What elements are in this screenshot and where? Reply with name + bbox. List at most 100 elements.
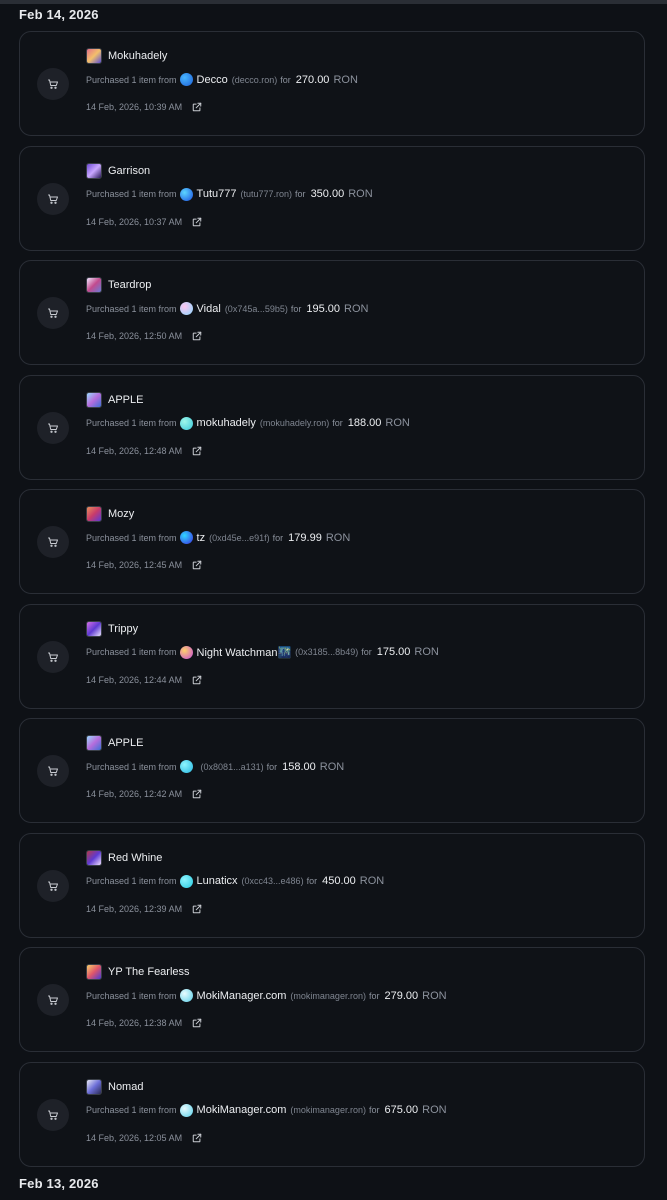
timestamp: 14 Feb, 2026, 12:05 AM: [86, 1132, 183, 1143]
activity-card: YP The Fearless Purchased 1 item from Mo…: [19, 947, 645, 1052]
purchase-label: Purchased 1 item from: [86, 761, 177, 772]
cart-button[interactable]: [37, 984, 69, 1016]
activity-card: Trippy Purchased 1 item from Night Watch…: [19, 603, 645, 709]
for-label: for: [368, 990, 380, 1001]
cart-button[interactable]: [37, 297, 69, 329]
seller-address[interactable]: (mokimanager.ron): [290, 991, 366, 1001]
seller-avatar[interactable]: [179, 1103, 193, 1117]
nft-name[interactable]: Trippy: [108, 623, 138, 635]
timestamp: 14 Feb, 2026, 12:45 AM: [86, 560, 183, 570]
seller-avatar[interactable]: [179, 187, 193, 201]
seller-address[interactable]: (tutu777.ron): [241, 189, 293, 199]
seller-avatar[interactable]: [179, 989, 193, 1002]
price: 350.00: [310, 188, 345, 200]
nft-name[interactable]: Teardrop: [108, 279, 151, 291]
cart-button[interactable]: [37, 755, 69, 787]
seller-avatar[interactable]: [179, 760, 193, 773]
nft-name[interactable]: Garrison: [108, 165, 150, 177]
seller-address[interactable]: (0x745a...59b5): [225, 304, 288, 314]
price: 175.00: [376, 646, 411, 658]
external-link-icon[interactable]: [192, 1018, 202, 1028]
seller-avatar[interactable]: [179, 416, 193, 430]
nft-thumbnail[interactable]: [86, 964, 102, 980]
price: 675.00: [384, 1104, 419, 1116]
cart-button[interactable]: [37, 182, 69, 215]
for-label: for: [306, 876, 318, 886]
seller-address[interactable]: (0x8081...a131): [201, 762, 264, 772]
cart-button[interactable]: [37, 869, 69, 902]
price: 279.00: [384, 989, 419, 1002]
date-header: Feb 14, 2026: [19, 7, 99, 22]
cart-button[interactable]: [37, 640, 69, 673]
currency: RON: [385, 417, 410, 429]
nft-thumbnail[interactable]: [86, 506, 102, 522]
nft-name[interactable]: Mokuhadely: [108, 50, 167, 62]
seller-avatar[interactable]: [179, 531, 193, 544]
timestamp: 14 Feb, 2026, 12:44 AM: [86, 674, 183, 685]
seller-avatar[interactable]: [179, 874, 193, 888]
date-header: Feb 13, 2026: [19, 1176, 99, 1191]
nft-name[interactable]: YP The Fearless: [108, 966, 190, 978]
nft-thumbnail[interactable]: [86, 162, 102, 179]
seller-name[interactable]: Lunaticx: [197, 875, 238, 887]
nft-thumbnail[interactable]: [86, 1078, 102, 1095]
nft-thumbnail[interactable]: [86, 391, 102, 408]
nft-thumbnail[interactable]: [86, 620, 102, 637]
timestamp: 14 Feb, 2026, 12:48 AM: [86, 445, 183, 456]
seller-avatar[interactable]: [179, 73, 193, 86]
external-link-icon[interactable]: [192, 1133, 202, 1143]
shopping-cart-icon: [48, 423, 58, 433]
seller-name[interactable]: mokuhadely: [197, 417, 256, 429]
seller-address[interactable]: (0xd45e...e91f): [209, 533, 270, 543]
external-link-icon[interactable]: [192, 675, 202, 685]
activity-card: Red Whine Purchased 1 item from Lunaticx…: [19, 832, 645, 938]
seller-name[interactable]: tz: [197, 532, 206, 544]
cart-button[interactable]: [37, 68, 69, 100]
nft-name[interactable]: Red Whine: [108, 852, 162, 864]
shopping-cart-icon: [48, 79, 58, 89]
nft-name[interactable]: APPLE: [108, 737, 143, 749]
cart-button[interactable]: [37, 1098, 69, 1131]
cart-button[interactable]: [37, 411, 69, 444]
nft-thumbnail[interactable]: [86, 48, 102, 64]
seller-name[interactable]: Decco: [197, 74, 228, 86]
activity-card: Teardrop Purchased 1 item from Vidal (0x…: [19, 260, 645, 365]
currency: RON: [422, 989, 447, 1002]
currency: RON: [325, 531, 351, 544]
seller-address[interactable]: (mokimanager.ron): [290, 1105, 366, 1115]
shopping-cart-icon: [48, 308, 58, 318]
purchase-label: Purchased 1 item from: [86, 189, 177, 199]
activity-card: APPLE Purchased 1 item from (0x8081...a1…: [19, 718, 645, 823]
nft-thumbnail[interactable]: [86, 849, 102, 866]
external-link-icon[interactable]: [192, 102, 202, 112]
seller-avatar[interactable]: [179, 302, 193, 315]
external-link-icon[interactable]: [192, 331, 202, 341]
external-link-icon[interactable]: [192, 789, 202, 799]
seller-address[interactable]: (decco.ron): [232, 75, 278, 85]
external-link-icon[interactable]: [192, 904, 202, 914]
seller-name[interactable]: Night Watchman🌃: [197, 646, 292, 659]
timestamp: 14 Feb, 2026, 12:50 AM: [86, 331, 183, 341]
seller-name[interactable]: MokiManager.com: [197, 990, 287, 1002]
timestamp: 14 Feb, 2026, 12:39 AM: [86, 903, 183, 914]
seller-address[interactable]: (0x3185...8b49): [295, 647, 358, 657]
seller-name[interactable]: Vidal: [197, 303, 221, 315]
seller-name[interactable]: Tutu777: [197, 188, 237, 200]
for-label: for: [290, 303, 302, 314]
nft-name[interactable]: APPLE: [108, 394, 143, 406]
timestamp: 14 Feb, 2026, 12:38 AM: [86, 1018, 183, 1028]
seller-avatar[interactable]: [179, 645, 193, 659]
seller-name[interactable]: MokiManager.com: [197, 1104, 287, 1116]
price: 188.00: [347, 417, 382, 429]
external-link-icon[interactable]: [192, 560, 202, 570]
nft-name[interactable]: Mozy: [108, 508, 134, 520]
external-link-icon[interactable]: [192, 446, 202, 456]
nft-thumbnail[interactable]: [86, 277, 102, 293]
nft-name[interactable]: Nomad: [108, 1081, 143, 1093]
seller-address[interactable]: (mokuhadely.ron): [260, 418, 329, 428]
seller-address[interactable]: (0xcc43...e486): [242, 876, 304, 886]
nft-thumbnail[interactable]: [86, 735, 102, 751]
cart-button[interactable]: [37, 526, 69, 558]
shopping-cart-icon: [48, 995, 58, 1005]
external-link-icon[interactable]: [192, 217, 202, 227]
